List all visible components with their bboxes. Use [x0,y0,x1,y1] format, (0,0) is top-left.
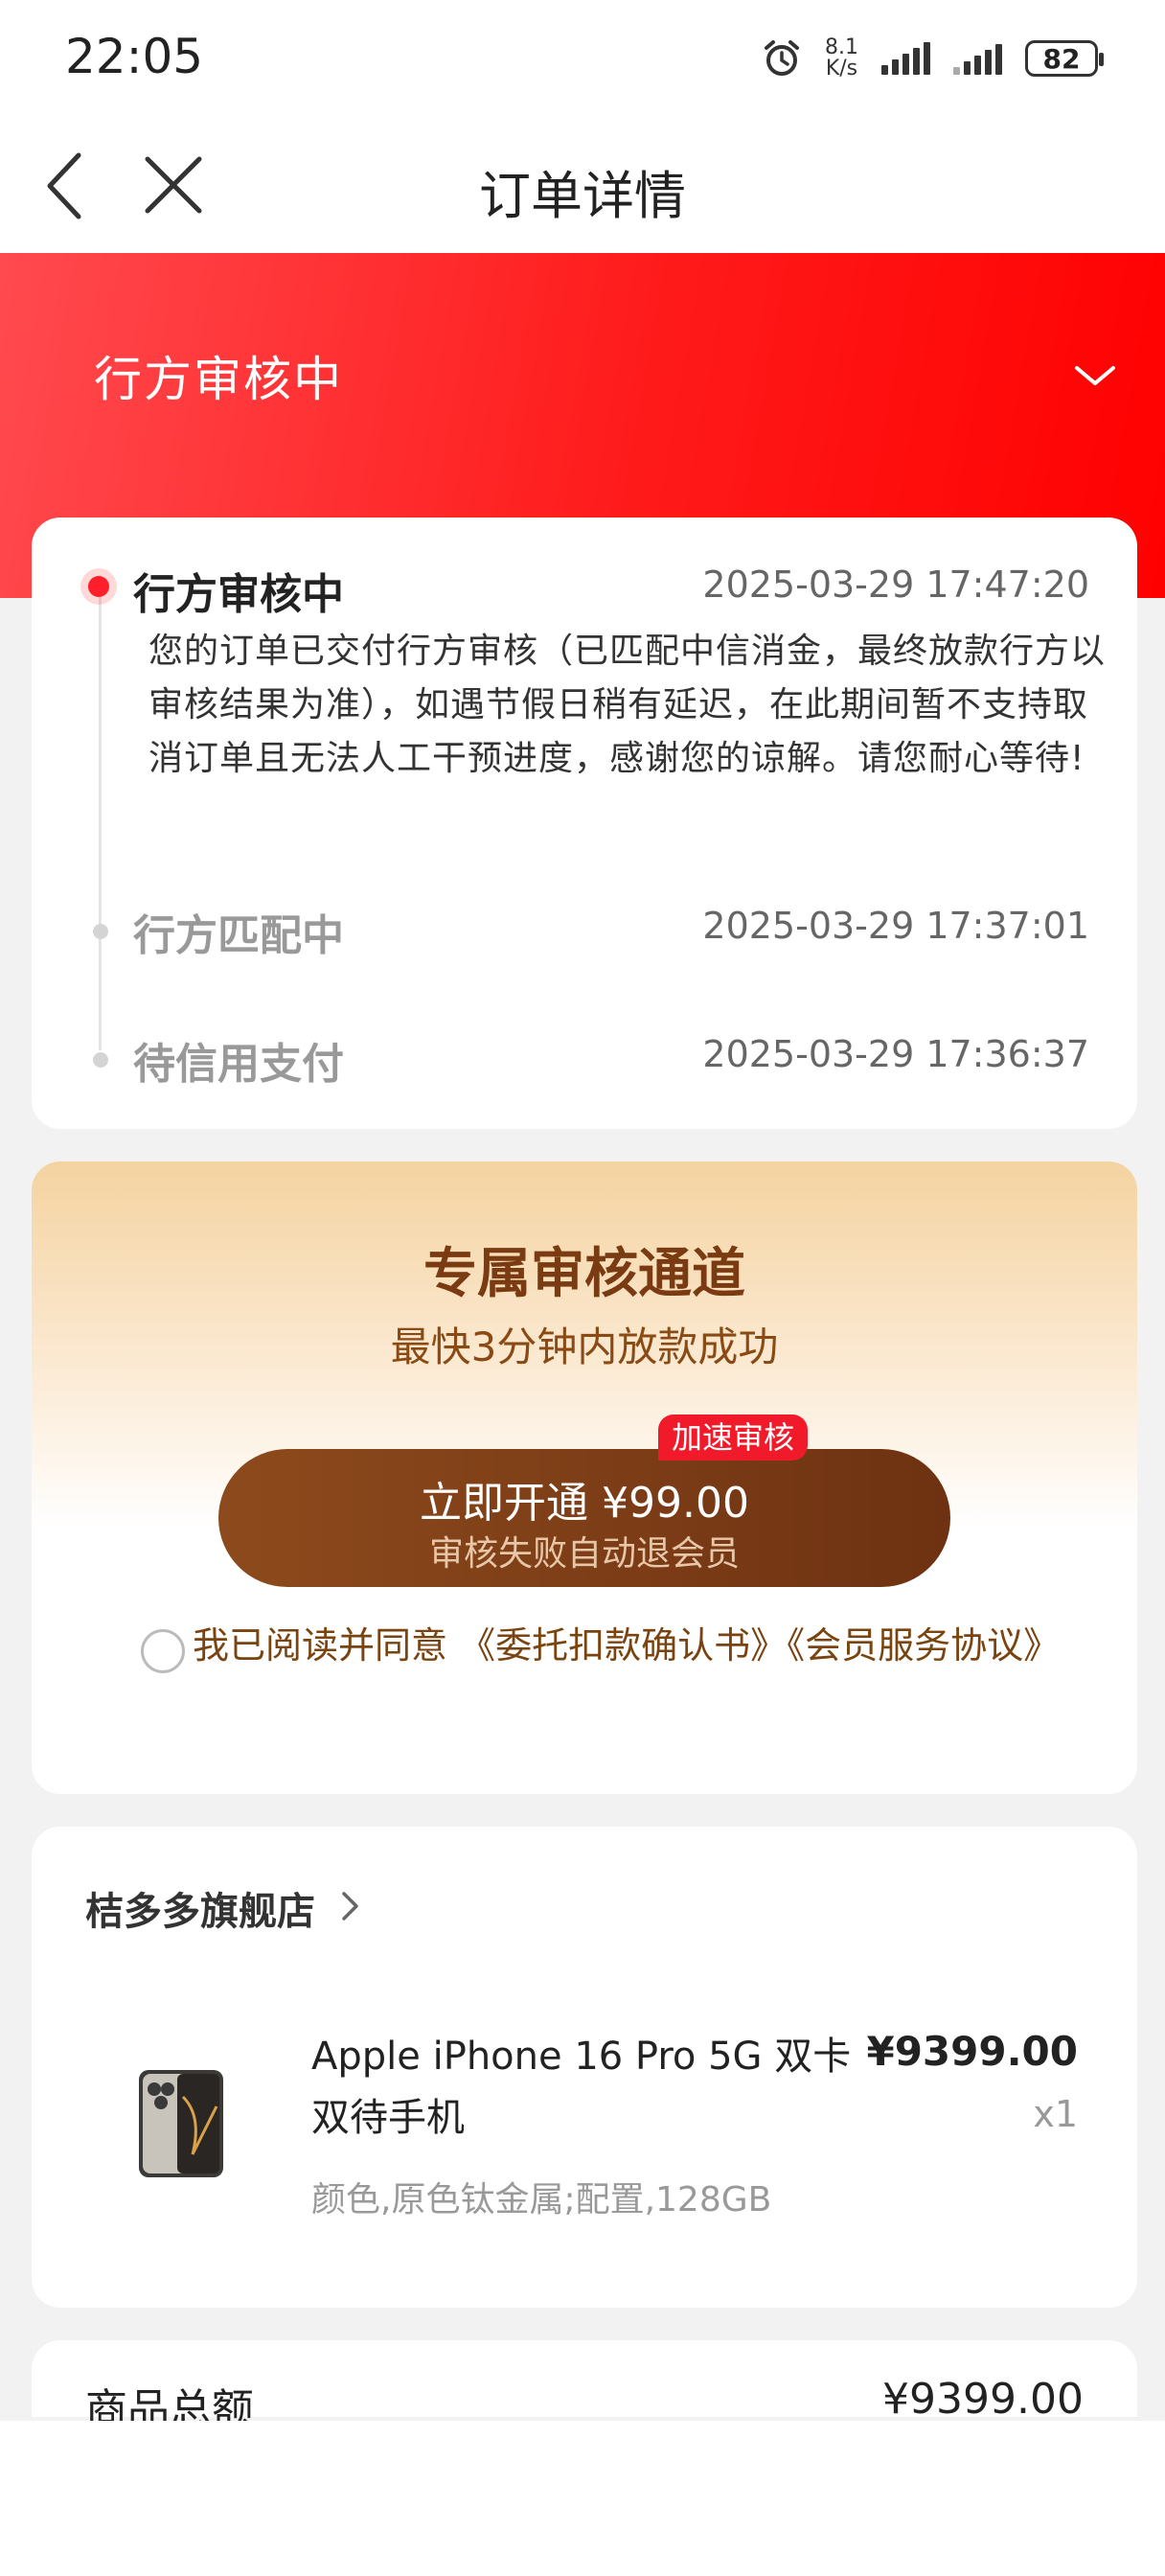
status-icons: 8.1 K/s 82 [762,33,1104,84]
banner-status: 行方审核中 [94,352,343,407]
bottom-area [0,2421,1165,2576]
product-name[interactable]: Apple iPhone 16 Pro 5G 双卡双待手机 [311,2026,867,2149]
nav-bar: 订单详情 [0,115,1165,253]
shop-card: 桔多多旗舰店 Apple iPhone 16 Pro 5G 双卡双待手机 ¥93… [32,1827,1137,2308]
shop-name-link[interactable]: 桔多多旗舰店 [85,1880,315,1936]
status-bar: 22:05 8.1 K/s 82 [0,0,1165,115]
activate-button-label: 立即开通 ¥99.00 [420,1479,749,1528]
timeline-time: 2025-03-29 17:36:37 [702,1033,1089,1075]
activate-membership-button[interactable]: 立即开通 ¥99.00 审核失败自动退会员 [218,1449,950,1587]
chevron-down-icon[interactable] [1071,356,1119,395]
activate-button-sublabel: 审核失败自动退会员 [428,1534,740,1574]
alarm-icon [765,40,799,76]
product-quantity: x1 [1033,2093,1078,2135]
agreement-checkbox[interactable] [141,1629,185,1673]
timeline-card: 行方审核中 2025-03-29 17:47:20 您的订单已交付行方审核（已匹… [32,518,1137,1129]
timeline-dot-active [80,568,117,605]
battery-icon: 82 [1025,40,1104,77]
status-time: 22:05 [65,29,204,84]
timeline-dot [93,1052,108,1068]
total-value: ¥9399.00 [882,2375,1084,2424]
vip-review-card: 专属审核通道 最快3分钟内放款成功 立即开通 ¥99.00 审核失败自动退会员 … [32,1162,1137,1794]
agreement-text[interactable]: 我已阅读并同意 《委托扣款确认书》《会员服务协议》 [193,1620,1074,1671]
net-speed: 8.1 K/s [825,35,858,80]
speed-review-badge: 加速审核 [658,1414,809,1460]
product-price: ¥9399.00 [866,2028,1078,2075]
product-spec: 颜色,原色钛金属;配置,128GB [311,2180,772,2220]
chevron-right-icon[interactable] [340,1890,361,1922]
timeline-time: 2025-03-29 17:47:20 [702,564,1089,606]
vip-subtitle: 最快3分钟内放款成功 [390,1323,779,1370]
timeline-title: 行方审核中 [133,570,344,619]
timeline-title: 行方匹配中 [133,911,344,960]
timeline-title: 待信用支付 [133,1040,344,1089]
timeline-dot [93,924,108,939]
timeline-description: 您的订单已交付行方审核（已匹配中信消金，最终放款行方以审核结果为准），如遇节假日… [148,632,1107,778]
timeline-time: 2025-03-29 17:37:01 [702,905,1089,947]
vip-title: 专属审核通道 [423,1243,745,1305]
product-image[interactable] [135,2068,227,2179]
summary-card: 商品总额 ¥9399.00 [32,2340,1137,2434]
signal-icon [881,42,930,75]
signal-icon [953,42,1002,75]
page-title: 订单详情 [479,166,686,226]
timeline-line [99,585,102,1050]
